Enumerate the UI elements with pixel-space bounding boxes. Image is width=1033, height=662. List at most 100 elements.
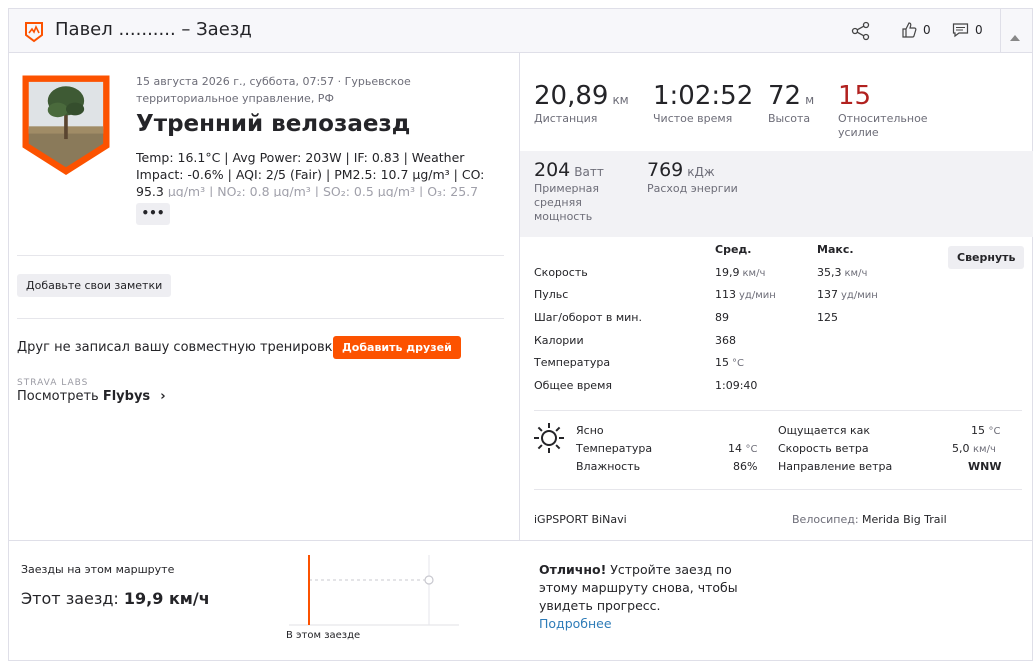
moving-time-value: 1:02:52 — [653, 81, 754, 111]
weather-temp-unit: °C — [745, 444, 758, 455]
table-row: Общее время 1:09:40 — [534, 379, 1024, 402]
table-row: Температура 15 °C — [534, 356, 1024, 379]
avg-unit: км/ч — [742, 267, 766, 279]
divider — [534, 410, 1022, 411]
weather-temp-value: 14 — [728, 442, 742, 455]
avg-value: 15 — [715, 356, 729, 370]
elevation-label: Высота — [768, 112, 811, 125]
divider — [534, 489, 1022, 490]
table-row: Пульс 113 уд/мин 137 уд/мин — [534, 288, 1024, 311]
stat-relative-effort[interactable]: 15 Относительное усилие — [838, 81, 948, 140]
route-speed-value: 19,9 км/ч — [123, 589, 210, 608]
collapse-caret-icon[interactable] — [1009, 27, 1021, 46]
max-unit: уд/мин — [841, 290, 878, 302]
avg-value: 368 — [715, 333, 736, 347]
activity-description: Temp: 16.1°C | Avg Power: 203W | IF: 0.8… — [136, 149, 508, 197]
flybys-prefix: Посмотреть — [17, 389, 103, 404]
row-avg: 368 — [715, 334, 739, 347]
row-label: Температура — [534, 356, 611, 370]
avg-value: 19,9 — [715, 265, 740, 279]
bike-name: Merida Big Trail — [862, 513, 947, 526]
add-friends-button[interactable]: Добавить друзей — [333, 336, 461, 359]
kudos-button[interactable]: 0 — [901, 22, 931, 38]
avg-value: 1:09:40 — [715, 379, 758, 393]
max-value: 125 — [817, 311, 838, 325]
avg-value: 89 — [715, 311, 729, 325]
table-row: Шаг/оборот в мин. 89 125 — [534, 311, 1024, 334]
wind-direction-value: WNW — [968, 460, 1002, 473]
avg-unit: уд/мин — [739, 290, 776, 302]
activity-meta: 15 августа 2026 г., суббота, 07:57 · Гур… — [136, 75, 411, 105]
activity-page: Павел .......... – Заезд 0 0 15 августа … — [8, 8, 1033, 661]
power-unit: Ватт — [574, 165, 604, 179]
activity-header: Павел .......... – Заезд 0 0 — [9, 9, 1032, 53]
row-avg: 19,9 км/ч — [715, 266, 765, 279]
stats-table: Сред. Макс. Скорость 19,9 км/ч 35,3 км/ч Пуль… — [534, 243, 1024, 402]
row-max — [817, 334, 820, 347]
feels-like-value: 15 — [971, 424, 985, 437]
max-value: 137 — [817, 288, 838, 302]
activity-summary: 15 августа 2026 г., суббота, 07:57 · Гур… — [9, 53, 519, 540]
stat-power: 204 Ватт Примерная средняя мощность — [534, 159, 629, 224]
max-value: 35,3 — [817, 265, 842, 279]
comments-button[interactable]: 0 — [952, 22, 983, 38]
stat-distance: 20,89 км Дистанция — [534, 81, 629, 126]
row-max: 137 уд/мин — [817, 288, 878, 301]
thumbs-up-icon — [902, 22, 917, 38]
weather-condition: Ясно — [576, 424, 604, 437]
strava-labs-label: STRAVA LABS — [17, 378, 89, 388]
wind-speed-label: Скорость ветра — [778, 442, 869, 455]
comment-icon — [952, 23, 969, 38]
table-row: Калории 368 — [534, 334, 1024, 357]
power-value: 204 — [534, 159, 571, 181]
row-avg: 15 °C — [715, 356, 744, 369]
effort-point — [424, 575, 434, 585]
cycling-activity-icon — [23, 21, 45, 47]
stat-elevation: 72 м Высота — [768, 81, 814, 126]
route-speed: Этот заезд: 19,9 км/ч — [21, 589, 210, 608]
kudos-count: 0 — [923, 23, 931, 37]
energy-label: Расход энергии — [647, 182, 738, 195]
avg-value: 113 — [715, 288, 736, 302]
row-max — [817, 379, 820, 392]
header-divider — [1000, 9, 1001, 53]
activity-title: Утренний велозаезд — [136, 111, 411, 137]
row-label: Пульс — [534, 288, 569, 302]
chevron-right-icon: › — [160, 389, 166, 404]
table-row: Скорость 19,9 км/ч 35,3 км/ч — [534, 266, 1024, 289]
distance-unit: км — [612, 93, 629, 107]
stat-moving-time: 1:02:52 Чистое время — [653, 81, 753, 126]
col-avg: Сред. — [715, 243, 752, 256]
device-name: iGPSPORT BiNavi — [534, 513, 627, 526]
route-section: Заезды на этом маршруте Этот заезд: 19,9… — [9, 540, 1033, 662]
col-max: Макс. — [817, 243, 854, 256]
learn-more-link[interactable]: Подробнее — [539, 616, 612, 631]
max-unit: км/ч — [844, 267, 868, 279]
energy-value: 769 — [647, 159, 684, 181]
divider — [17, 318, 504, 319]
bike-info[interactable]: Велосипед: Merida Big Trail — [792, 513, 947, 526]
add-notes-button[interactable]: Добавьте свои заметки — [17, 274, 172, 297]
more-options-button[interactable]: ••• — [136, 203, 170, 225]
athlete-avatar[interactable] — [21, 75, 111, 175]
elevation-value: 72 — [768, 81, 802, 111]
wind-speed-unit: км/ч — [973, 444, 996, 455]
route-progress-chart — [279, 555, 469, 639]
share-icon[interactable] — [851, 21, 871, 45]
route-speed-prefix: Этот заезд: — [21, 589, 124, 608]
feels-like-label: Ощущается как — [778, 424, 870, 437]
relative-effort-value: 15 — [838, 81, 872, 111]
friend-prompt: Друг не записал вашу совместную трениров… — [17, 340, 348, 355]
row-avg: 1:09:40 — [715, 379, 760, 392]
distance-value: 20,89 — [534, 81, 609, 111]
weather-temp-label: Температура — [576, 442, 653, 455]
route-tip: Отлично! Устройте заезд по этому маршрут… — [539, 561, 769, 615]
route-tip-bold: Отлично! — [539, 562, 607, 577]
feels-like-unit: °C — [988, 426, 1001, 437]
flybys-link[interactable]: Посмотреть Flybys › — [17, 389, 166, 404]
page-title: Павел .......... – Заезд — [55, 19, 252, 40]
row-max: 35,3 км/ч — [817, 266, 867, 279]
sun-icon — [532, 421, 566, 458]
wind-speed-value: 5,0 — [952, 442, 970, 455]
row-label: Общее время — [534, 379, 612, 393]
